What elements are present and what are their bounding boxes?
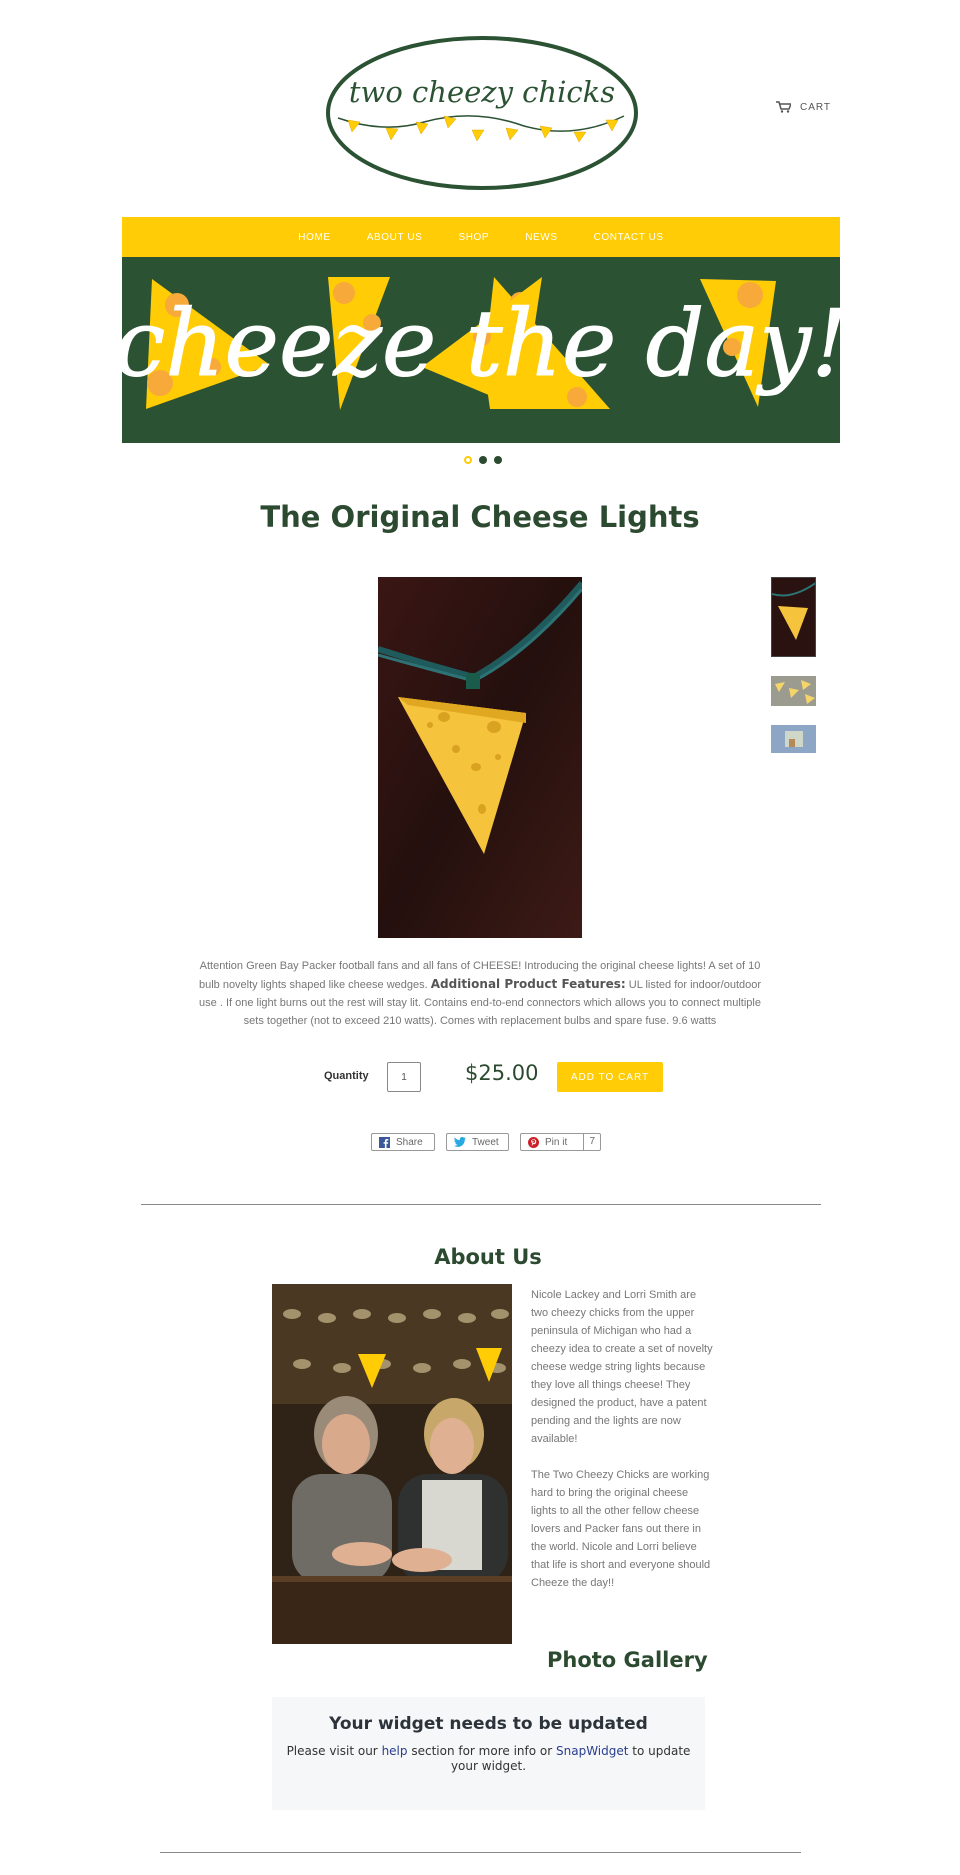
nav-item-about-us[interactable]: ABOUT US <box>367 232 423 243</box>
cart-icon <box>776 101 791 113</box>
slide-dot-1[interactable] <box>464 456 472 464</box>
about-paragraph-1: Nicole Lackey and Lorri Smith are two ch… <box>531 1289 713 1445</box>
main-nav: HOME ABOUT US SHOP NEWS CONTACT US <box>122 217 840 257</box>
widget-title: Your widget needs to be updated <box>329 1714 648 1734</box>
section-divider <box>141 1204 821 1205</box>
widget-text-before: Please visit our <box>286 1744 382 1758</box>
nav-item-contact-us[interactable]: CONTACT US <box>594 232 664 243</box>
cart-link[interactable]: CART <box>776 101 831 113</box>
product-title: The Original Cheese Lights <box>260 500 700 534</box>
widget-help-link[interactable]: help <box>382 1744 408 1758</box>
nav-item-news[interactable]: NEWS <box>525 232 557 243</box>
product-thumbnail-3[interactable] <box>771 725 816 753</box>
banner-image: cheeze the day! <box>122 277 840 410</box>
pinterest-icon <box>528 1136 539 1148</box>
slideshow-dots <box>464 456 502 464</box>
footer-divider <box>160 1852 801 1853</box>
product-thumbnail-1[interactable] <box>771 577 816 657</box>
share-facebook-label: Share <box>396 1136 423 1148</box>
share-twitter-button[interactable]: Tweet <box>446 1133 509 1151</box>
logo-text: two cheezy chicks <box>349 75 615 109</box>
nav-item-home[interactable]: HOME <box>298 232 330 243</box>
gallery-title: Photo Gallery <box>547 1648 708 1672</box>
twitter-icon <box>454 1137 466 1147</box>
banner-text: cheeze the day! <box>122 290 840 397</box>
features-label: Additional Product Features: <box>430 977 626 991</box>
widget-text-middle: section for more info or <box>407 1744 556 1758</box>
facebook-icon <box>379 1136 390 1148</box>
about-title: About Us <box>434 1245 542 1269</box>
widget-text: Please visit our help section for more i… <box>284 1744 694 1774</box>
widget-snapwidget-link[interactable]: SnapWidget <box>556 1744 628 1758</box>
product-main-image[interactable] <box>378 577 582 938</box>
product-price: $25.00 <box>465 1061 539 1085</box>
nav-item-shop[interactable]: SHOP <box>458 232 489 243</box>
share-twitter-label: Tweet <box>472 1136 499 1148</box>
quantity-input[interactable] <box>387 1062 421 1092</box>
snapwidget-box: Your widget needs to be updated Please v… <box>272 1697 705 1810</box>
about-paragraph-2: The Two Cheezy Chicks are working hard t… <box>531 1469 711 1589</box>
cart-label: CART <box>800 101 832 113</box>
quantity-label: Quantity <box>324 1070 369 1082</box>
hero-slideshow[interactable]: cheeze the day! <box>122 257 840 443</box>
about-text: Nicole Lackey and Lorri Smith are two ch… <box>531 1286 714 1592</box>
product-thumbnail-2[interactable] <box>771 676 816 706</box>
about-photo <box>272 1284 512 1644</box>
add-to-cart-button[interactable]: ADD TO CART <box>557 1062 663 1092</box>
slide-dot-3[interactable] <box>494 456 502 464</box>
product-description: Attention Green Bay Packer football fans… <box>194 957 766 1030</box>
site-logo[interactable]: two cheezy chicks <box>324 34 640 192</box>
slide-dot-2[interactable] <box>479 456 487 464</box>
share-facebook-button[interactable]: Share <box>371 1133 435 1151</box>
pinterest-count: 7 <box>583 1134 600 1150</box>
share-pinterest-label: Pin it <box>545 1136 568 1148</box>
share-pinterest-button[interactable]: Pin it 7 <box>520 1133 601 1151</box>
